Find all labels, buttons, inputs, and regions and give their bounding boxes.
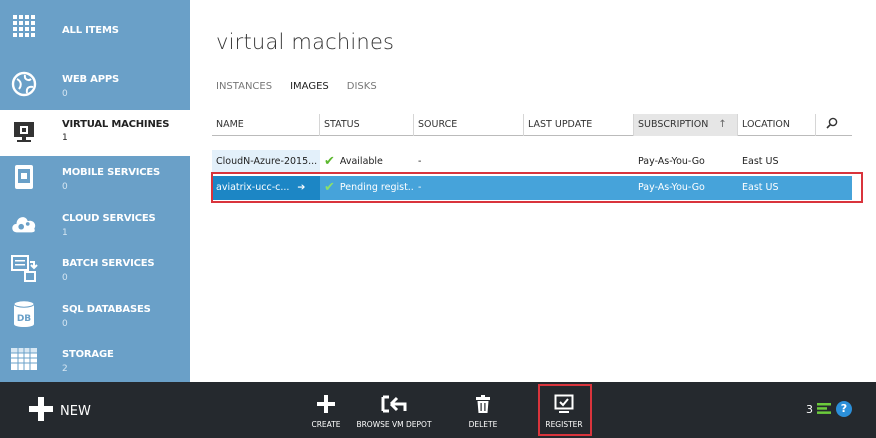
- table-header: NAME STATUS SOURCE LAST UPDATE SUBSCRIPT…: [212, 114, 852, 136]
- browse-vm-depot-label: BROWSE VM DEPOT: [356, 420, 432, 429]
- notifications-icon: [816, 403, 831, 416]
- cell-source: -: [418, 156, 422, 167]
- sidebar-item-count: 1: [62, 133, 68, 143]
- browse-vm-depot-button[interactable]: BROWSE VM DEPOT: [354, 392, 434, 429]
- mobile-icon: [10, 163, 38, 191]
- cell-name: CloudN-Azure-2015...: [212, 150, 320, 174]
- column-header-subscription[interactable]: SUBSCRIPTION ↑: [634, 114, 738, 136]
- plus-icon: [28, 396, 54, 426]
- globe-icon: [10, 70, 38, 98]
- notification-count[interactable]: 3: [806, 403, 831, 416]
- sidebar-item-label: ALL ITEMS: [62, 25, 119, 36]
- sidebar-item-label: CLOUD SERVICES: [62, 213, 156, 224]
- column-header-status[interactable]: STATUS: [320, 114, 414, 136]
- batch-icon: [10, 254, 38, 282]
- create-label: CREATE: [311, 420, 341, 429]
- column-label: LAST UPDATE: [528, 119, 593, 130]
- tab-bar: INSTANCES IMAGES DISKS: [216, 81, 377, 92]
- cell-last-update: [524, 150, 634, 174]
- search-icon: [820, 117, 838, 130]
- status-text: Available: [339, 156, 383, 167]
- delete-label: DELETE: [468, 420, 498, 429]
- tab-images[interactable]: IMAGES: [290, 81, 329, 92]
- sidebar-item-batch-services[interactable]: BATCH SERVICES 0: [0, 246, 190, 292]
- sidebar-item-label: VIRTUAL MACHINES: [62, 119, 170, 130]
- db-label: DB: [17, 314, 31, 324]
- check-icon: ✔: [324, 154, 335, 169]
- delete-button[interactable]: DELETE: [443, 392, 523, 429]
- cell-status: ✔ Available: [320, 150, 414, 174]
- table-row[interactable]: CloudN-Azure-2015... ✔ Available - Pay-As…: [212, 150, 852, 174]
- table-search-button[interactable]: [816, 114, 852, 136]
- sidebar-item-all-items[interactable]: ALL ITEMS: [0, 4, 190, 50]
- sidebar-item-count: 1: [62, 228, 68, 238]
- new-button[interactable]: NEW: [28, 396, 91, 426]
- sidebar-item-count: 0: [62, 89, 68, 99]
- grid-icon: [10, 12, 38, 40]
- column-header-last-update[interactable]: LAST UPDATE: [524, 114, 634, 136]
- sidebar-item-count: 0: [62, 182, 68, 192]
- cell-location: East US: [742, 156, 779, 167]
- table-icon: [10, 345, 38, 373]
- sort-ascending-icon: ↑: [718, 119, 727, 130]
- sidebar-item-web-apps[interactable]: WEB APPS 0: [0, 62, 190, 108]
- sidebar-item-storage[interactable]: STORAGE 2: [0, 337, 190, 383]
- sidebar-item-sql-databases[interactable]: DB SQL DATABASES 0: [0, 292, 190, 338]
- trash-icon: [443, 392, 523, 416]
- sidebar-item-count: 0: [62, 319, 68, 329]
- column-label: STATUS: [324, 119, 360, 130]
- highlight-box-row: [211, 172, 863, 203]
- sidebar-item-cloud-services[interactable]: CLOUD SERVICES 1: [0, 201, 190, 247]
- tab-instances[interactable]: INSTANCES: [216, 81, 272, 92]
- help-icon[interactable]: ?: [836, 401, 852, 417]
- sidebar-item-label: STORAGE: [62, 349, 114, 360]
- command-bar: NEW CREATE BROWSE VM DEPOT DELETE REGIST…: [0, 382, 876, 438]
- sidebar-item-label: WEB APPS: [62, 74, 119, 85]
- sidebar-item-count: 0: [62, 273, 68, 283]
- column-header-location[interactable]: LOCATION: [738, 114, 816, 136]
- column-label: SOURCE: [418, 119, 458, 130]
- cloud-gear-icon: [10, 209, 38, 237]
- sidebar-item-count: 2: [62, 364, 68, 374]
- sidebar-item-label: MOBILE SERVICES: [62, 167, 161, 178]
- sidebar-item-label: BATCH SERVICES: [62, 258, 155, 269]
- browse-depot-icon: [354, 392, 434, 416]
- cell-subscription: Pay-As-You-Go: [638, 156, 705, 167]
- column-label: NAME: [216, 119, 244, 130]
- page-title: virtual machines: [216, 30, 395, 54]
- notification-count-text: 3: [806, 403, 813, 416]
- tab-disks[interactable]: DISKS: [347, 81, 377, 92]
- sidebar-item-mobile-services[interactable]: MOBILE SERVICES 0: [0, 155, 190, 201]
- sidebar-item-label: SQL DATABASES: [62, 304, 151, 315]
- highlight-box-register: [538, 384, 592, 436]
- monitor-icon: [10, 118, 38, 146]
- column-label: LOCATION: [742, 119, 791, 130]
- database-icon: DB: [10, 300, 38, 328]
- column-header-name[interactable]: NAME: [212, 114, 320, 136]
- new-label: NEW: [60, 403, 91, 419]
- column-label: SUBSCRIPTION: [638, 119, 709, 130]
- sidebar-item-virtual-machines[interactable]: VIRTUAL MACHINES 1: [0, 110, 190, 156]
- column-header-source[interactable]: SOURCE: [414, 114, 524, 136]
- sidebar: ALL ITEMS WEB APPS 0 VIRTUAL MACHINES 1: [0, 0, 190, 382]
